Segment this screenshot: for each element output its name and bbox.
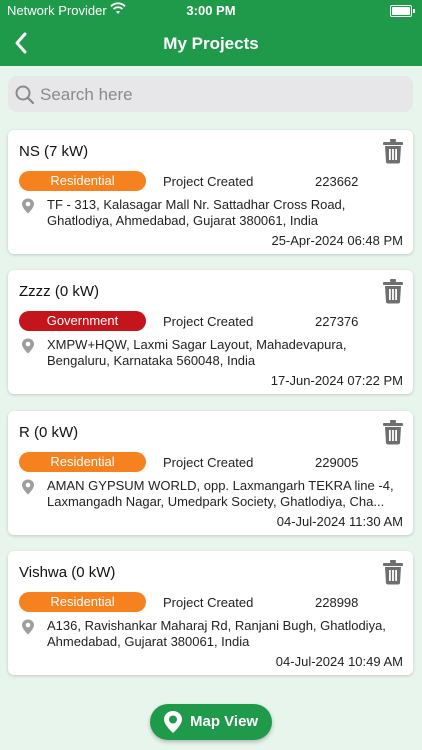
delete-button[interactable]: [382, 419, 404, 445]
project-address: XMPW+HQW, Laxmi Sagar Layout, Mahadevapu…: [47, 337, 347, 368]
project-date: 25-Apr-2024 06:48 PM: [271, 233, 403, 248]
clock: 3:00 PM: [186, 3, 236, 18]
category-badge: Residential: [19, 171, 146, 191]
trash-icon: [383, 560, 403, 585]
delete-button[interactable]: [382, 559, 404, 585]
location-pin-icon: [21, 198, 35, 214]
search-input[interactable]: [38, 80, 402, 110]
project-card[interactable]: NS (7 kW) Residential Project Created 22…: [8, 130, 413, 254]
map-view-label: Map View: [190, 713, 259, 730]
project-code: 223662: [315, 174, 359, 189]
project-name: Zzzz (0 kW): [19, 283, 99, 300]
project-date: 04-Jul-2024 11:30 AM: [276, 514, 403, 529]
battery-icon: [390, 5, 415, 17]
project-status: Project Created: [163, 455, 254, 470]
location-pin-icon: [21, 479, 35, 495]
project-name: R (0 kW): [19, 424, 79, 441]
project-address: A136, Ravishankar Maharaj Rd, Ranjani Bu…: [47, 618, 386, 649]
location-pin-icon: [21, 338, 35, 354]
status-bar: Network Provider 3:00 PM: [0, 0, 422, 20]
category-badge: Residential: [19, 452, 146, 472]
project-name: NS (7 kW): [19, 143, 89, 160]
project-date: 04-Jul-2024 10:49 AM: [275, 654, 403, 669]
project-date: 17-Jun-2024 07:22 PM: [270, 373, 403, 388]
project-address: TF - 313, Kalasagar Mall Nr. Sattadhar C…: [47, 197, 346, 228]
project-status: Project Created: [163, 174, 254, 189]
category-badge: Government: [19, 311, 146, 331]
search-bar[interactable]: [8, 76, 413, 112]
project-status: Project Created: [163, 314, 254, 329]
delete-button[interactable]: [382, 138, 404, 164]
trash-icon: [383, 420, 403, 445]
project-card[interactable]: Vishwa (0 kW) Residential Project Create…: [8, 551, 413, 675]
delete-button[interactable]: [382, 278, 404, 304]
project-card[interactable]: Zzzz (0 kW) Government Project Created 2…: [8, 270, 413, 394]
trash-icon: [383, 139, 403, 164]
project-code: 228998: [315, 595, 359, 610]
project-code: 227376: [315, 314, 359, 329]
search-icon: [14, 84, 36, 106]
location-pin-icon: [21, 619, 35, 635]
page-title: My Projects: [163, 34, 259, 53]
app-header: Network Provider 3:00 PM My Projects: [0, 0, 422, 66]
project-address: AMAN GYPSUM WORLD, opp. Laxmangarh TEKRA…: [47, 478, 394, 509]
category-badge: Residential: [19, 592, 146, 612]
project-card[interactable]: R (0 kW) Residential Project Created 229…: [8, 411, 413, 535]
project-code: 229005: [315, 455, 359, 470]
map-pin-icon: [162, 710, 184, 734]
map-view-button[interactable]: Map View: [150, 704, 272, 740]
project-status: Project Created: [163, 595, 254, 610]
project-name: Vishwa (0 kW): [19, 564, 116, 581]
trash-icon: [383, 279, 403, 304]
